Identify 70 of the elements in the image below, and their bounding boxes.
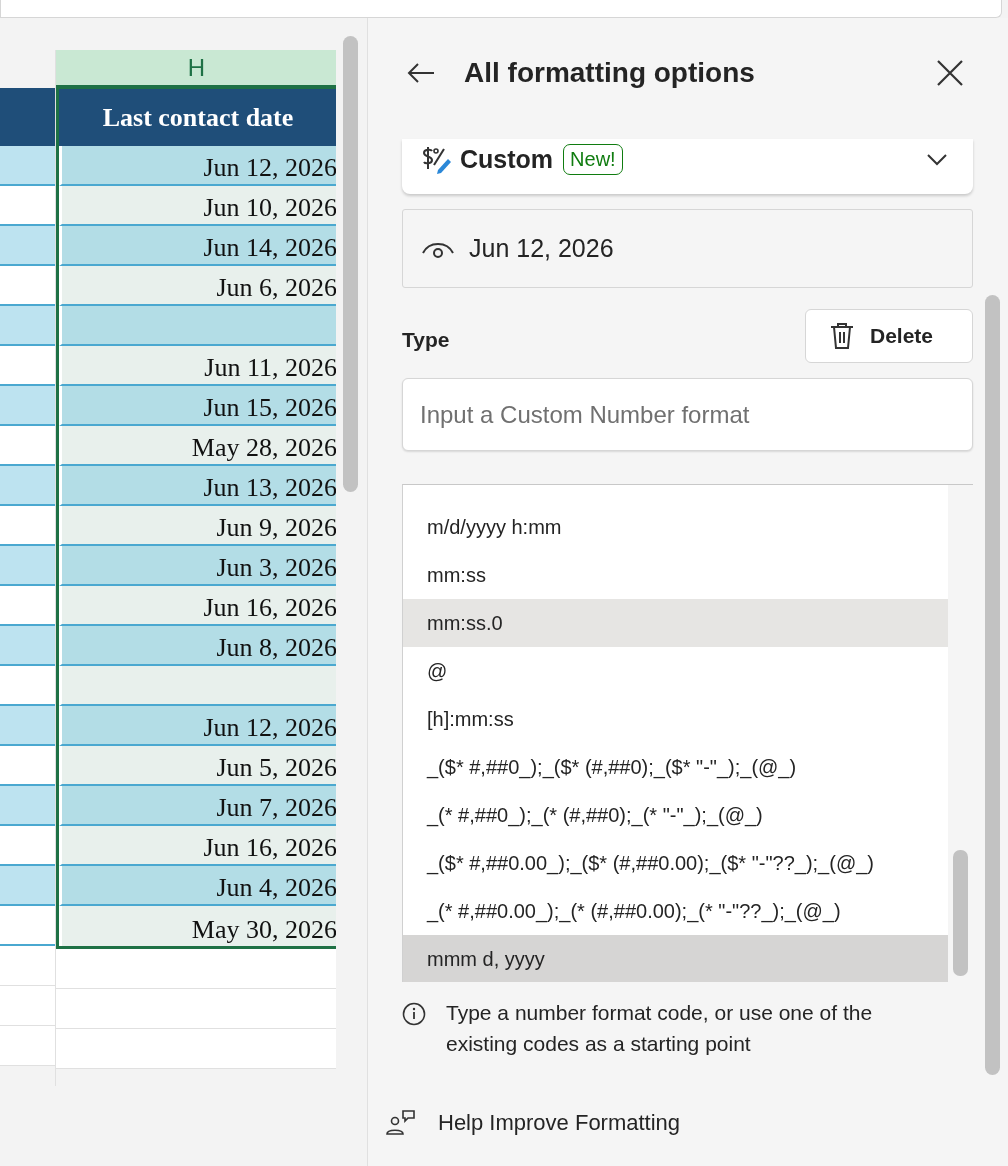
table-header-cell: Last contact date <box>59 89 336 146</box>
format-list-item[interactable]: mmm d, yyyy <box>403 935 948 982</box>
delete-button[interactable]: Delete <box>805 309 973 363</box>
format-list-item[interactable]: mm:ss <box>403 551 948 599</box>
close-icon[interactable] <box>937 59 963 86</box>
format-list-item[interactable]: _($* #,##0.00_);_($* (#,##0.00);_($* "-"??_);_(@_) <box>403 839 948 887</box>
table-cell: Jun 16, 2026 <box>59 826 336 866</box>
table-cell: Jun 11, 2026 <box>59 346 336 386</box>
table-cell: Jun 5, 2026 <box>59 746 336 786</box>
table-cell <box>0 626 55 666</box>
hint-text: Type a number format code, or use one of the existing codes as a starting point <box>446 1000 874 1057</box>
table-cell <box>0 506 55 546</box>
table-cell <box>0 826 55 866</box>
scrollbar-thumb[interactable] <box>953 850 968 976</box>
new-badge: New! <box>563 144 623 175</box>
table-cell <box>0 346 55 386</box>
format-list-item[interactable]: _($* #,##0_);_($* (#,##0);_($* "-"_);_(@_) <box>403 743 948 791</box>
table-cell <box>0 666 55 706</box>
table-cell <box>0 906 55 946</box>
feedback-link[interactable]: Help Improve Formatting <box>438 1110 681 1136</box>
table-cell: Jun 15, 2026 <box>59 386 336 426</box>
feedback-icon[interactable] <box>386 1109 416 1137</box>
table-cell <box>0 306 55 346</box>
table-cell: May 30, 2026 <box>59 906 336 946</box>
table-cell: Jun 16, 2026 <box>59 586 336 626</box>
format-list-item[interactable]: [h]:mm:ss <box>403 695 948 743</box>
scrollbar-thumb[interactable] <box>985 295 1000 1075</box>
category-dropdown[interactable]: Custom New! <box>402 139 973 194</box>
format-input-field[interactable]: Input a Custom Number format <box>402 378 973 451</box>
table-cell <box>0 266 55 306</box>
info-icon <box>402 1002 426 1026</box>
chevron-down-icon <box>927 153 947 166</box>
table-cell: Jun 12, 2026 <box>59 706 336 746</box>
table-header-cell <box>0 88 55 146</box>
table-cell <box>0 786 55 826</box>
type-label: Type <box>402 327 450 352</box>
table-cell: Jun 12, 2026 <box>59 146 336 186</box>
table-cell <box>0 546 55 586</box>
table-cell: Jun 6, 2026 <box>59 266 336 306</box>
table-cell <box>0 426 55 466</box>
table-cell <box>0 146 55 186</box>
panel-title: All formatting options <box>464 56 756 89</box>
table-cell <box>0 226 55 266</box>
table-cell: May 28, 2026 <box>59 426 336 466</box>
table-cell <box>0 586 55 626</box>
table-cell <box>0 746 55 786</box>
column-header[interactable]: H <box>56 50 336 86</box>
format-list-item[interactable]: _(* #,##0_);_(* (#,##0);_(* "-"_);_(@_) <box>403 791 948 839</box>
table-cell <box>0 866 55 906</box>
table-cell: Jun 13, 2026 <box>59 466 336 506</box>
format-list-item[interactable]: mm:ss.0 <box>403 599 948 647</box>
table-cell: Jun 7, 2026 <box>59 786 336 826</box>
table-cell: Jun 4, 2026 <box>59 866 336 906</box>
table-cell <box>0 466 55 506</box>
table-cell: Jun 10, 2026 <box>59 186 336 226</box>
format-list-item[interactable]: @ <box>403 647 948 695</box>
table-cell: Jun 14, 2026 <box>59 226 336 266</box>
currency-pencil-icon <box>420 144 452 175</box>
table-cell: Jun 9, 2026 <box>59 506 336 546</box>
back-arrow-icon[interactable] <box>407 62 435 83</box>
scrollbar-thumb[interactable] <box>343 36 358 492</box>
table-cell: Jun 8, 2026 <box>59 626 336 666</box>
format-list-item[interactable]: _(* #,##0.00_);_(* (#,##0.00);_(* "-"??_);_(@_) <box>403 887 948 935</box>
format-list-item[interactable]: m/d/yyyy h:mm <box>403 503 948 551</box>
table-cell <box>0 386 55 426</box>
preview-value: Jun 12, 2026 <box>469 234 614 263</box>
table-cell <box>0 706 55 746</box>
table-cell <box>0 186 55 226</box>
trash-icon <box>830 322 854 350</box>
table-cell: Jun 3, 2026 <box>59 546 336 586</box>
